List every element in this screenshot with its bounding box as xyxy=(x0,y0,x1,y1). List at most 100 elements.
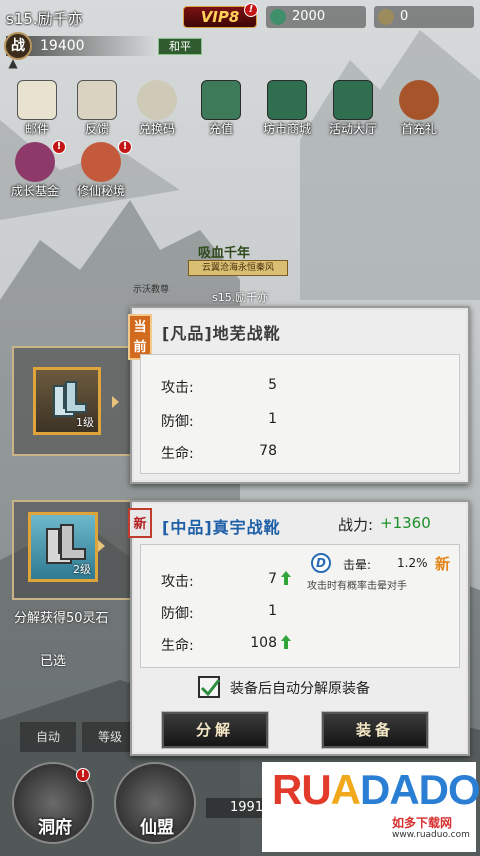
coin-value: 1991 xyxy=(230,800,264,815)
ingot-icon xyxy=(378,9,394,25)
decompose-hint: 分解获得50灵石 xyxy=(14,611,109,626)
watermark-subtitle: 如多下载网 xyxy=(392,816,453,830)
feedback-icon xyxy=(77,80,117,120)
menu-label: 反馈 xyxy=(84,122,109,136)
slot-arrow-icon xyxy=(112,396,119,408)
new-item-slot[interactable]: 2级 xyxy=(28,512,98,582)
event-banner-subtitle: 云翼沧海永恒秦风 xyxy=(188,260,288,276)
spirit-stone-currency[interactable]: 2000 xyxy=(266,6,366,28)
event-hall-icon xyxy=(333,80,373,120)
menu-first-recharge[interactable]: 首充礼 xyxy=(390,78,448,148)
menu-label: 兑换码 xyxy=(138,122,175,136)
stat-label: 防御: xyxy=(161,606,194,622)
auto-decompose-label: 装备后自动分解原装备 xyxy=(230,681,370,697)
growth-fund-icon xyxy=(15,142,55,182)
slot-arrow-icon xyxy=(98,540,105,552)
top-status-bar: s15.励千亦 VIP8 ! 2000 0 xyxy=(0,0,480,34)
event-banner-title: 吸血千年 xyxy=(198,246,251,261)
skill-percent: 1.2% xyxy=(397,556,428,570)
secret-realm-icon xyxy=(81,142,121,182)
skill-new-badge: 新 xyxy=(435,555,451,573)
current-item-title: [凡品]地芜战靴 xyxy=(162,324,281,343)
skill-description: 攻击时有概率击晕对手 xyxy=(307,581,407,592)
new-stats-box: 攻击: 7 防御: 1 生命: 108 D 击晕: 1.2% 新 攻击时有概率击… xyxy=(140,544,460,668)
alliance-label: 仙盟 xyxy=(140,818,174,838)
stat-label: 生命: xyxy=(161,638,194,654)
stat-up-arrow-icon xyxy=(281,571,291,585)
menu-shop[interactable]: 坊市商城 xyxy=(258,78,316,148)
vip-notice-badge: ! xyxy=(244,3,258,17)
item-level: 1级 xyxy=(76,416,94,429)
menu-gift-code[interactable]: 兑换码 xyxy=(128,78,186,148)
new-item-panel: 新 [中品]真宇战靴 战力: +1360 攻击: 7 防御: 1 生命: 108… xyxy=(128,500,470,756)
cave-home-button[interactable]: ! 洞府 xyxy=(12,762,94,844)
menu-feedback[interactable]: 反馈 xyxy=(68,78,126,148)
secret-realm-badge: ! xyxy=(118,140,132,154)
vip-button[interactable]: VIP8 ! xyxy=(183,3,258,28)
collapse-arrow-icon[interactable]: ▲ xyxy=(4,56,22,72)
current-stats-box: 攻击: 5 防御: 1 生命: 78 xyxy=(140,354,460,474)
combat-power-bar: 战 19400 xyxy=(4,32,156,60)
menu-label: 邮件 xyxy=(24,122,49,136)
menu-mail[interactable]: 邮件 xyxy=(8,78,66,148)
stat-value: 1 xyxy=(268,603,277,619)
spirit-stone-icon xyxy=(270,9,286,25)
watermark-url: www.ruaduo.com xyxy=(392,830,470,840)
home-notice-badge: ! xyxy=(76,768,90,782)
vip-label: VIP8 xyxy=(200,8,240,26)
stat-up-arrow-icon xyxy=(281,635,291,649)
menu-label: 修仙秘境 xyxy=(76,184,125,198)
menu-event-hall[interactable]: 活动大厅 xyxy=(324,78,382,148)
site-watermark: RUADADO 如多下载网 www.ruaduo.com xyxy=(262,762,480,852)
stat-value: 5 xyxy=(268,377,277,393)
home-label: 洞府 xyxy=(38,818,72,838)
menu-growth-fund[interactable]: ! 成长基金 xyxy=(6,140,66,210)
menu-secret-realm[interactable]: ! 修仙秘境 xyxy=(72,140,132,210)
gift-code-icon xyxy=(137,80,177,120)
mail-icon xyxy=(17,80,57,120)
stat-value: 78 xyxy=(259,443,277,459)
item-level: 2级 xyxy=(73,563,91,576)
stat-label: 防御: xyxy=(161,414,194,430)
selected-hint: 已选 xyxy=(40,654,67,669)
spirit-stone-value: 2000 xyxy=(292,9,326,24)
watermark-logo: RUADADO xyxy=(272,766,480,813)
menu-label: 活动大厅 xyxy=(328,122,377,136)
player-name: s15.励千亦 xyxy=(6,10,83,28)
peace-mode-button[interactable]: 和平 xyxy=(158,38,202,55)
menu-recharge[interactable]: 充值 xyxy=(192,78,250,148)
menu-label: 首充礼 xyxy=(400,122,437,136)
recharge-icon xyxy=(201,80,241,120)
menu-label: 充值 xyxy=(208,122,233,136)
menu-label: 坊市商城 xyxy=(262,122,311,136)
current-item-panel: 当前 [凡品]地芜战靴 攻击: 5 防御: 1 生命: 78 xyxy=(128,306,470,484)
alliance-button[interactable]: 仙盟 xyxy=(114,762,196,844)
new-item-title: [中品]真宇战靴 xyxy=(162,518,281,537)
coin-readout: 1991 xyxy=(206,798,266,818)
first-recharge-icon xyxy=(399,80,439,120)
auto-decompose-checkbox[interactable] xyxy=(198,676,221,698)
ingot-value: 0 xyxy=(400,9,409,24)
new-tag: 新 xyxy=(128,508,152,538)
stat-value: 1 xyxy=(268,411,277,427)
power-change-value: +1360 xyxy=(380,514,431,532)
stat-value: 7 xyxy=(268,571,277,587)
event-banner: 吸血千年 云翼沧海永恒秦风 xyxy=(178,242,296,294)
current-item-slot[interactable]: 1级 xyxy=(33,367,101,435)
stat-label: 攻击: xyxy=(161,380,194,396)
checkmark-icon xyxy=(200,679,221,697)
decompose-button[interactable]: 分解 xyxy=(162,712,268,748)
growth-fund-badge: ! xyxy=(52,140,66,154)
auto-button[interactable]: 自动 xyxy=(20,722,76,752)
power-label: 战力: xyxy=(338,516,374,534)
equip-button[interactable]: 装备 xyxy=(322,712,428,748)
stat-value: 108 xyxy=(250,635,277,651)
skill-name: 击晕: xyxy=(343,558,372,572)
npc-name: 示沃教尊 xyxy=(133,285,170,295)
stun-skill-icon: D xyxy=(311,553,331,573)
shop-icon xyxy=(267,80,307,120)
combat-power-value: 19400 xyxy=(40,38,85,54)
stat-label: 生命: xyxy=(161,446,194,462)
menu-label: 成长基金 xyxy=(10,184,59,198)
ingot-currency[interactable]: 0 xyxy=(374,6,474,28)
